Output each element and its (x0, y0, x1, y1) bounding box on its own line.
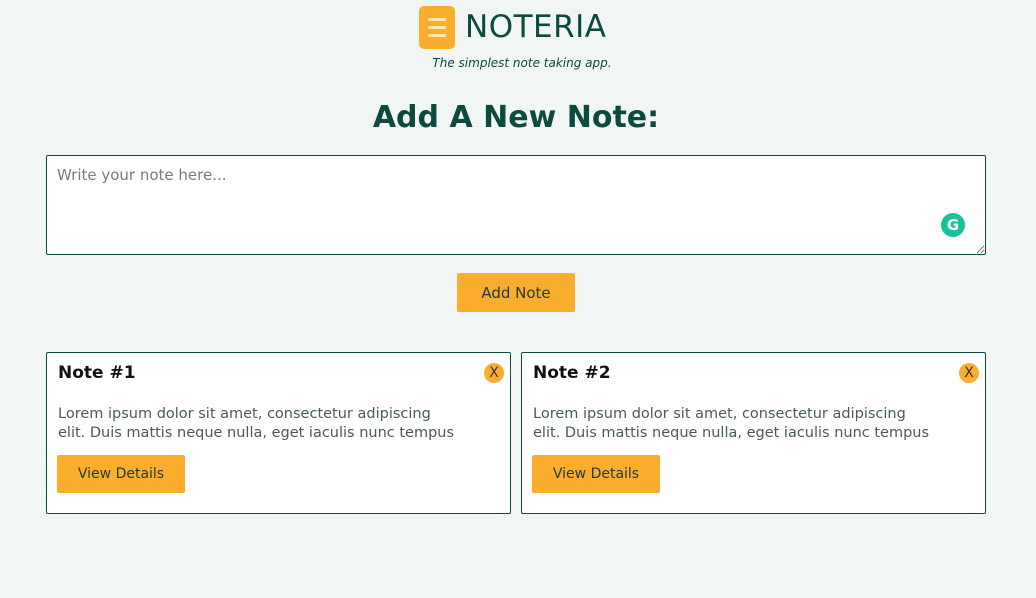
note-input-wrapper: G (46, 155, 986, 255)
note-body-line: Lorem ipsum dolor sit amet, consectetur … (58, 406, 431, 422)
view-details-button[interactable]: View Details (57, 455, 185, 493)
brand-name: NOTERIA (465, 9, 607, 45)
delete-note-button[interactable]: X (959, 363, 979, 383)
tagline: The simplest note taking app. (432, 56, 612, 70)
note-body: Lorem ipsum dolor sit amet, consectetur … (58, 405, 498, 443)
note-body-line: Lorem ipsum dolor sit amet, consectetur … (533, 406, 906, 422)
note-card: Note #1 X Lorem ipsum dolor sit amet, co… (46, 352, 511, 514)
grammarly-icon[interactable]: G (941, 213, 965, 237)
note-body-line: elit. Duis mattis neque nulla, eget iacu… (58, 425, 455, 441)
add-note-button[interactable]: Add Note (457, 273, 575, 312)
note-title: Note #1 (58, 363, 136, 383)
note-stack-icon (419, 5, 455, 49)
brand: NOTERIA (419, 5, 607, 49)
note-body-line: elit. Duis mattis neque nulla, eget iacu… (533, 425, 930, 441)
delete-note-button[interactable]: X (484, 363, 504, 383)
note-input[interactable] (46, 155, 986, 255)
add-note-title: Add A New Note: (372, 100, 660, 135)
note-card: Note #2 X Lorem ipsum dolor sit amet, co… (521, 352, 986, 514)
view-details-button[interactable]: View Details (532, 455, 660, 493)
note-title: Note #2 (533, 363, 611, 383)
note-body: Lorem ipsum dolor sit amet, consectetur … (533, 405, 973, 443)
